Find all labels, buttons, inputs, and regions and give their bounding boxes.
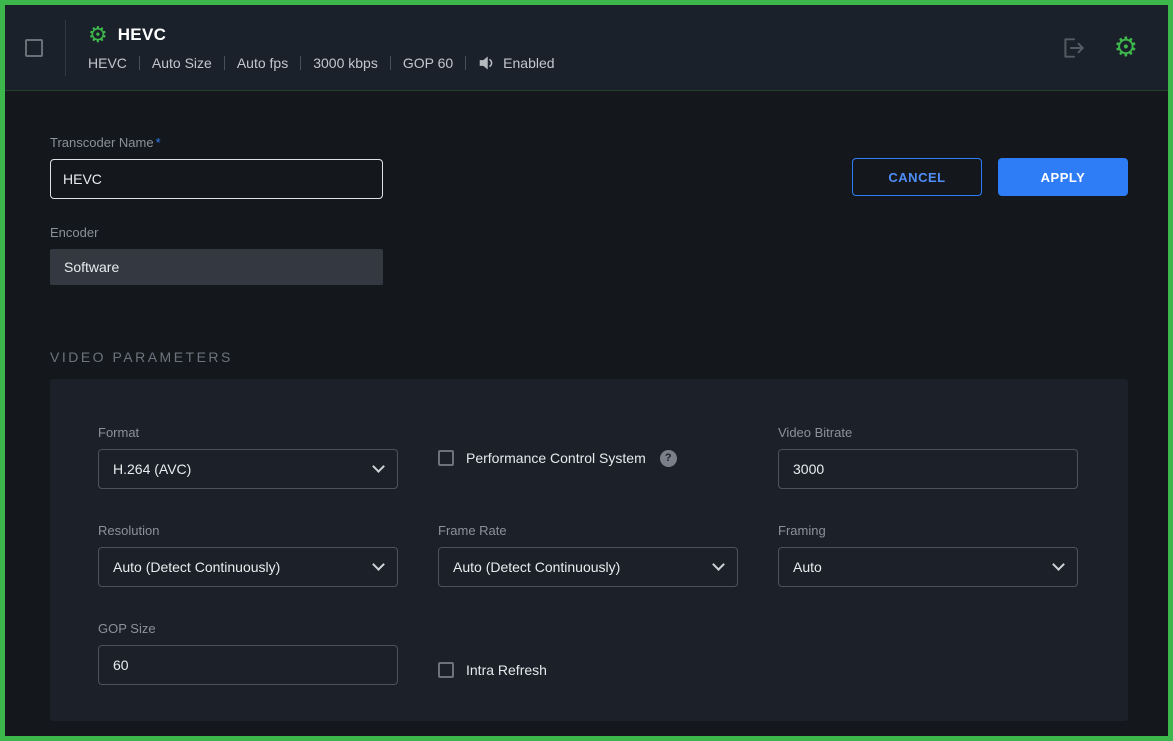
settings-button[interactable]: ⚙: [1114, 34, 1138, 61]
summary-audio-label: Enabled: [503, 55, 554, 71]
summary-item-audio: Enabled: [478, 55, 554, 71]
frame-rate-select[interactable]: Auto (Detect Continuously): [438, 547, 738, 587]
header-divider: [65, 20, 66, 76]
cancel-button[interactable]: CANCEL: [852, 158, 982, 196]
transcoder-settings-form: Transcoder Name* CANCEL APPLY Encoder So…: [5, 91, 1168, 736]
export-icon: [1060, 35, 1086, 61]
intra-refresh-checkbox[interactable]: [438, 662, 454, 678]
video-bitrate-input[interactable]: [778, 449, 1078, 489]
frame-rate-label: Frame Rate: [438, 523, 738, 538]
required-asterisk: *: [156, 135, 161, 150]
framing-select[interactable]: Auto: [778, 547, 1078, 587]
performance-control-system-label: Performance Control System: [466, 450, 646, 466]
help-icon[interactable]: ?: [660, 450, 677, 467]
intra-refresh-field: Intra Refresh: [438, 621, 738, 685]
chevron-down-icon: [372, 558, 385, 571]
separator: [139, 56, 140, 70]
separator: [300, 56, 301, 70]
video-parameters-panel: Format H.264 (AVC) Performance Control S…: [50, 379, 1128, 721]
export-button[interactable]: [1060, 35, 1086, 61]
video-parameters-grid: Format H.264 (AVC) Performance Control S…: [98, 425, 1080, 685]
transcoder-name-input[interactable]: [50, 159, 383, 199]
video-parameters-heading: VIDEO PARAMETERS: [50, 349, 1128, 365]
video-bitrate-label: Video Bitrate: [778, 425, 1078, 440]
transcoder-card: ⚙ HEVC HEVC Auto Size Auto fps 3000 kbps…: [0, 0, 1173, 741]
header-actions: ⚙: [1060, 34, 1138, 61]
empty-cell: [778, 621, 1078, 685]
summary-item-codec: HEVC: [88, 55, 127, 71]
frame-rate-value: Auto (Detect Continuously): [453, 559, 620, 575]
framing-value: Auto: [793, 559, 822, 575]
separator: [390, 56, 391, 70]
encoder-label: Encoder: [50, 225, 1128, 240]
encoder-field: Encoder Software: [50, 225, 1128, 285]
transcoder-name-field: Transcoder Name*: [50, 135, 383, 199]
format-label: Format: [98, 425, 398, 440]
summary-item-fps: Auto fps: [237, 55, 288, 71]
resolution-field: Resolution Auto (Detect Continuously): [98, 523, 398, 587]
transcoder-summary: HEVC Auto Size Auto fps 3000 kbps GOP 60: [88, 55, 555, 71]
frame-rate-field: Frame Rate Auto (Detect Continuously): [438, 523, 738, 587]
name-and-actions-row: Transcoder Name* CANCEL APPLY: [50, 135, 1128, 199]
summary-item-size: Auto Size: [152, 55, 212, 71]
form-actions: CANCEL APPLY: [852, 158, 1128, 196]
intra-refresh-label: Intra Refresh: [466, 662, 547, 678]
framing-field: Framing Auto: [778, 523, 1078, 587]
performance-control-system-checkbox[interactable]: [438, 450, 454, 466]
resolution-select[interactable]: Auto (Detect Continuously): [98, 547, 398, 587]
video-bitrate-field: Video Bitrate: [778, 425, 1078, 489]
chevron-down-icon: [712, 558, 725, 571]
page-title: HEVC: [118, 25, 166, 45]
gear-icon: ⚙: [1114, 34, 1138, 61]
title-block: ⚙ HEVC HEVC Auto Size Auto fps 3000 kbps…: [88, 24, 555, 71]
transcoder-gear-icon: ⚙: [88, 24, 108, 46]
resolution-value: Auto (Detect Continuously): [113, 559, 280, 575]
framing-label: Framing: [778, 523, 1078, 538]
encoder-select[interactable]: Software: [50, 249, 383, 285]
performance-control-system-field: Performance Control System ?: [438, 425, 738, 489]
apply-button[interactable]: APPLY: [998, 158, 1128, 196]
transcoder-name-label-text: Transcoder Name: [50, 135, 154, 150]
format-field: Format H.264 (AVC): [98, 425, 398, 489]
transcoder-header: ⚙ HEVC HEVC Auto Size Auto fps 3000 kbps…: [5, 5, 1168, 91]
separator: [224, 56, 225, 70]
chevron-down-icon: [1052, 558, 1065, 571]
format-select[interactable]: H.264 (AVC): [98, 449, 398, 489]
transcoder-name-label: Transcoder Name*: [50, 135, 383, 150]
summary-item-bitrate: 3000 kbps: [313, 55, 378, 71]
header-left: ⚙ HEVC HEVC Auto Size Auto fps 3000 kbps…: [25, 20, 555, 76]
chevron-down-icon: [372, 460, 385, 473]
gop-size-label: GOP Size: [98, 621, 398, 636]
summary-item-gop: GOP 60: [403, 55, 453, 71]
gop-size-input[interactable]: [98, 645, 398, 685]
format-value: H.264 (AVC): [113, 461, 191, 477]
title-row: ⚙ HEVC: [88, 24, 555, 46]
resolution-label: Resolution: [98, 523, 398, 538]
row-select-checkbox[interactable]: [25, 39, 43, 57]
speaker-icon: [478, 55, 496, 71]
separator: [465, 56, 466, 70]
gop-size-field: GOP Size: [98, 621, 398, 685]
